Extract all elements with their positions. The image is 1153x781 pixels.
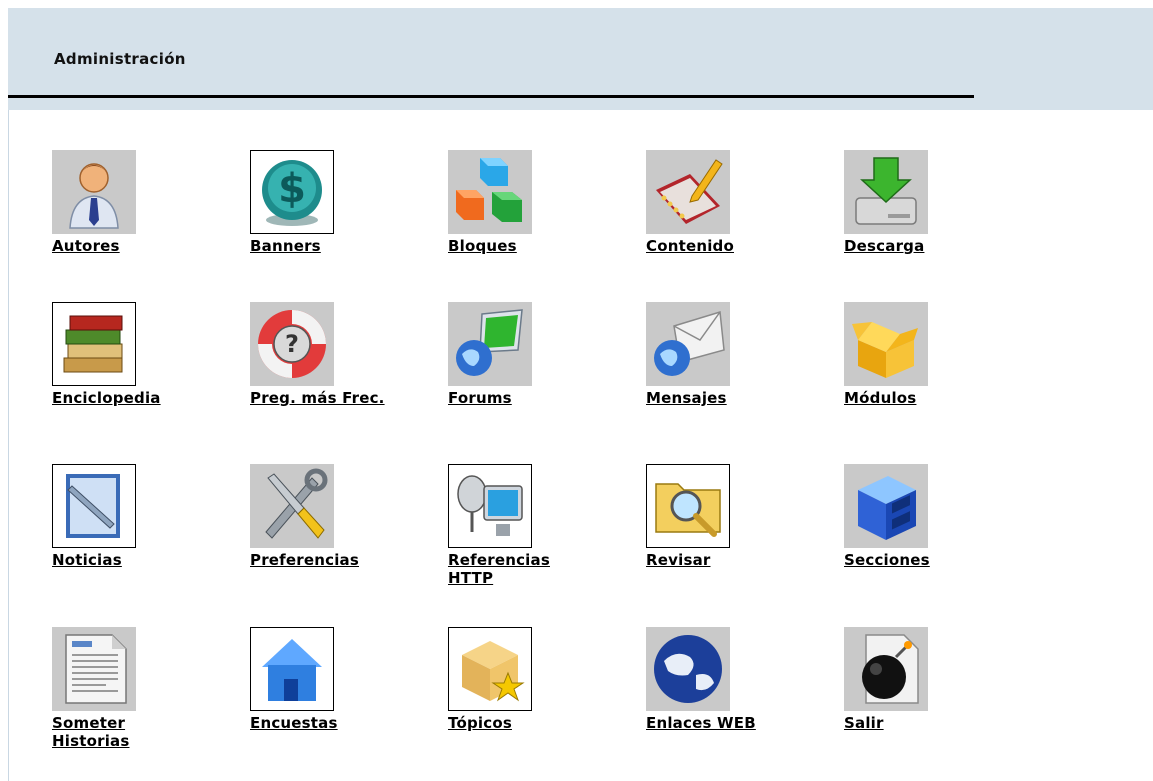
item-label: Preg. más Frec. [250, 389, 385, 407]
item-label: Bloques [448, 237, 517, 255]
user-icon [52, 150, 136, 234]
item-label: Banners [250, 237, 321, 255]
satellite-monitor-icon [448, 464, 532, 548]
admin-link-bloques[interactable]: Bloques [448, 150, 646, 302]
bomb-icon [844, 627, 928, 711]
admin-link-forums[interactable]: Forums [448, 302, 646, 464]
admin-link-enlaces-web[interactable]: Enlaces WEB [646, 627, 844, 777]
item-label: Encuestas [250, 714, 338, 732]
left-border [8, 110, 9, 781]
item-label: Noticias [52, 551, 122, 569]
pen-document-icon [52, 464, 136, 548]
item-label: Enlaces WEB [646, 714, 756, 732]
document-page-icon [52, 627, 136, 711]
admin-link-secciones[interactable]: Secciones [844, 464, 1042, 627]
item-label: Contenido [646, 237, 734, 255]
admin-link-descarga[interactable]: Descarga [844, 150, 1042, 302]
tools-icon [250, 464, 334, 548]
notebook-pencil-icon [646, 150, 730, 234]
item-label: Referencias HTTP [448, 551, 550, 587]
dollar-coin-icon: $ [250, 150, 334, 234]
admin-link-enciclopedia[interactable]: Enciclopedia [52, 302, 250, 464]
item-label: Tópicos [448, 714, 512, 732]
item-label: Módulos [844, 389, 917, 407]
admin-link-preferencias[interactable]: Preferencias [250, 464, 448, 627]
admin-link-modulos[interactable]: Módulos [844, 302, 1042, 464]
cabinet-icon [844, 464, 928, 548]
page-title: Administración [54, 50, 186, 68]
globe-monitor-icon [448, 302, 532, 386]
open-box-icon [844, 302, 928, 386]
item-label: Secciones [844, 551, 930, 569]
item-label: Autores [52, 237, 120, 255]
admin-link-autores[interactable]: Autores [52, 150, 250, 302]
books-icon [52, 302, 136, 386]
admin-header: Administración [8, 8, 1153, 110]
admin-link-someter-historias[interactable]: Someter Historias [52, 627, 250, 777]
admin-link-preg-mas-frec[interactable]: ? Preg. más Frec. [250, 302, 448, 464]
admin-link-noticias[interactable]: Noticias [52, 464, 250, 627]
admin-link-encuestas[interactable]: Encuestas [250, 627, 448, 777]
item-label: Forums [448, 389, 512, 407]
item-label: Salir [844, 714, 884, 732]
item-label: Revisar [646, 551, 711, 569]
globe-envelope-icon [646, 302, 730, 386]
item-label: Someter Historias [52, 714, 130, 750]
svg-text:$: $ [278, 166, 306, 212]
admin-link-salir[interactable]: Salir [844, 627, 1042, 777]
admin-link-topicos[interactable]: Tópicos [448, 627, 646, 777]
item-label: Descarga [844, 237, 925, 255]
admin-link-referencias-http[interactable]: Referencias HTTP [448, 464, 646, 627]
svg-text:?: ? [285, 330, 299, 358]
admin-link-revisar[interactable]: Revisar [646, 464, 844, 627]
header-rule [8, 95, 974, 98]
download-drive-icon [844, 150, 928, 234]
admin-link-contenido[interactable]: Contenido [646, 150, 844, 302]
admin-link-mensajes[interactable]: Mensajes [646, 302, 844, 464]
admin-icon-grid: Autores $ Banners Bloques Contenido Desc… [52, 150, 1042, 777]
lifebuoy-question-icon: ? [250, 302, 334, 386]
globe-icon [646, 627, 730, 711]
blocks-icon [448, 150, 532, 234]
house-icon [250, 627, 334, 711]
admin-link-banners[interactable]: $ Banners [250, 150, 448, 302]
item-label: Preferencias [250, 551, 359, 569]
item-label: Enciclopedia [52, 389, 161, 407]
box-star-icon [448, 627, 532, 711]
item-label: Mensajes [646, 389, 727, 407]
folder-magnifier-icon [646, 464, 730, 548]
